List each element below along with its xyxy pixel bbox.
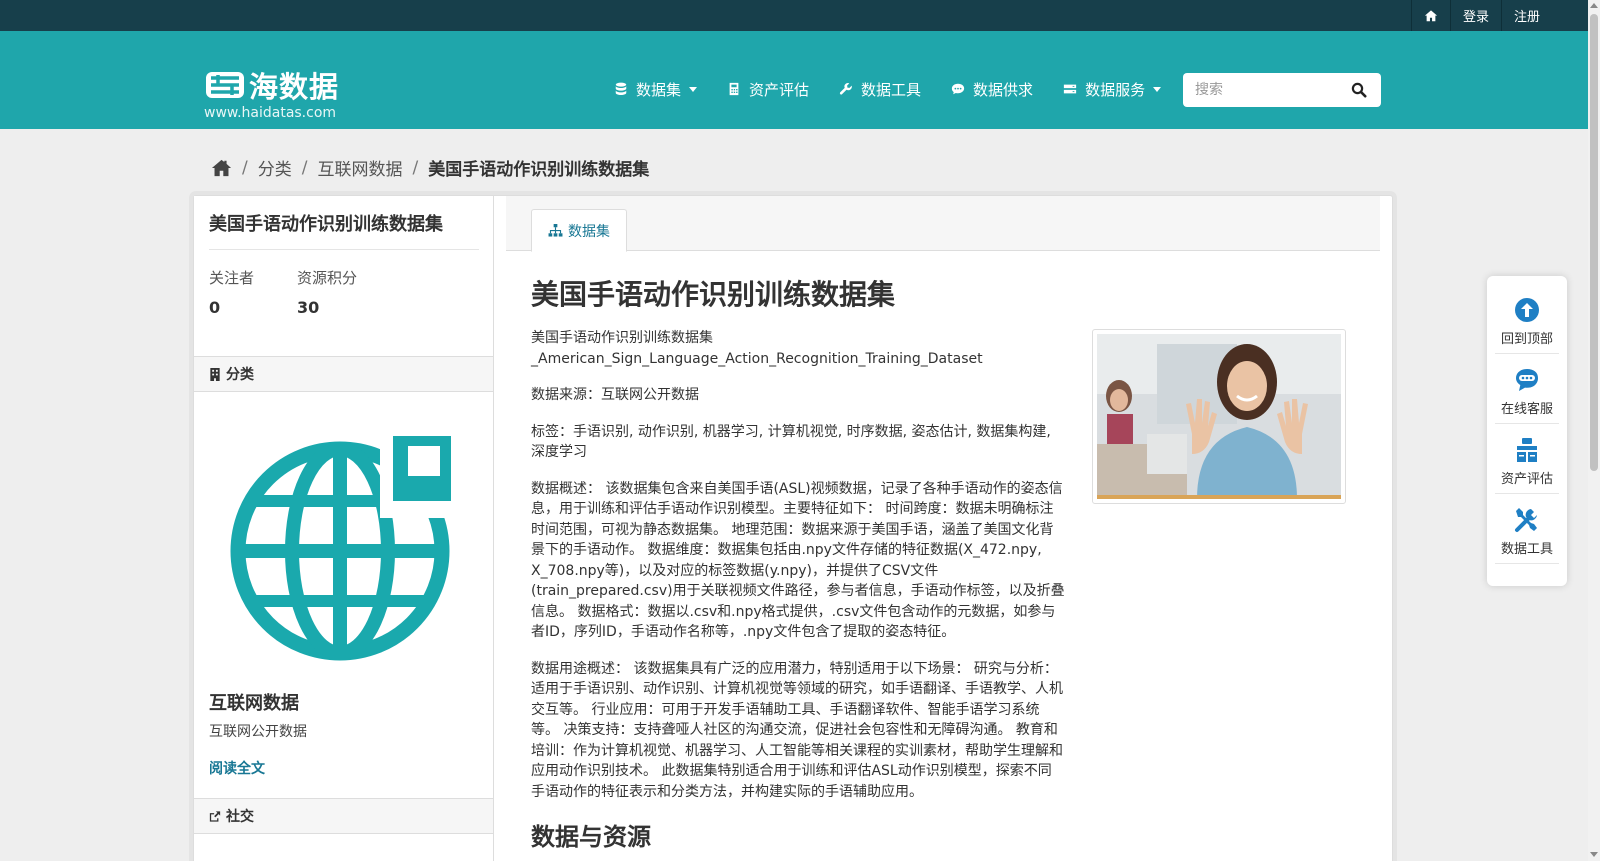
sidebar: 美国手语动作识别训练数据集 关注者 0 资源积分 30 分类 互联网数据 互联网… [194, 196, 494, 861]
online-support-label: 在线客服 [1500, 402, 1553, 417]
tab-dataset-label: 数据集 [568, 223, 610, 240]
dataset-name-cn: 美国手语动作识别训练数据集 [531, 330, 713, 346]
data-tools-label: 数据工具 [1500, 542, 1553, 557]
breadcrumb-link-internet-data[interactable]: 互联网数据 [317, 155, 402, 180]
points-stat: 资源积分 30 [297, 267, 357, 317]
sidebar-dataset-title: 美国手语动作识别训练数据集 [209, 214, 443, 235]
breadcrumb-separator: / [301, 157, 308, 178]
online-support-button[interactable]: 在线客服 [1495, 356, 1559, 424]
nav-asset-evaluation-label: 资产评估 [749, 80, 810, 99]
server-icon [1063, 84, 1077, 94]
asset-evaluate-icon [1517, 438, 1537, 462]
scrollbar-thumb[interactable] [1590, 14, 1598, 471]
caret-down-icon [1153, 86, 1162, 92]
asset-evaluation-label: 资产评估 [1500, 472, 1553, 487]
back-to-top-button[interactable]: 回到顶部 [1495, 286, 1559, 354]
nav-data-demand[interactable]: 数据供求 [951, 79, 1033, 100]
tools-icon [1515, 508, 1537, 532]
social-heading: 社交 [194, 798, 493, 834]
share-icon [209, 810, 221, 822]
data-resources-heading: 数据与资源 [531, 823, 651, 851]
back-to-top-label: 回到顶部 [1500, 332, 1553, 347]
dataset-title: 美国手语动作识别训练数据集 [531, 278, 896, 311]
usage-paragraph: 数据用途概述： 该数据集具有广泛的应用潜力，特别适用于以下场景： 研究与分析：适… [531, 660, 1063, 800]
search-box [1183, 73, 1381, 107]
floating-toolbar: 回到顶部 在线客服 资产评估 数据工具 [1487, 276, 1567, 586]
nav-datasets[interactable]: 数据集 [614, 79, 698, 100]
nav-data-services[interactable]: 数据服务 [1063, 79, 1162, 100]
account-bar: 登录 注册 [0, 0, 1600, 31]
home-icon [1424, 9, 1438, 21]
site-url: www.haidatas.com [204, 105, 337, 121]
breadcrumb-separator: / [412, 157, 419, 178]
read-more-link[interactable]: 阅读全文 [209, 758, 265, 778]
nav-asset-evaluation[interactable]: 资产评估 [727, 79, 809, 100]
social-heading-label: 社交 [226, 809, 254, 825]
overview-paragraph: 数据概述： 该数据集包含来自美国手语(ASL)视频数据，记录了各种手语动作的姿态… [531, 480, 1065, 641]
scroll-down-arrow-icon[interactable] [1590, 852, 1598, 857]
category-heading: 分类 [194, 356, 493, 392]
org-globe-logo[interactable] [230, 436, 460, 666]
data-tools-button[interactable]: 数据工具 [1495, 496, 1559, 564]
nav-data-tools[interactable]: 数据工具 [839, 79, 921, 100]
breadcrumb-current[interactable]: 美国手语动作识别训练数据集 [428, 155, 649, 180]
breadcrumb-home-icon[interactable] [211, 159, 232, 177]
tab-dataset[interactable]: 数据集 [531, 209, 627, 252]
sign-language-photo [1097, 334, 1341, 499]
org-name: 互联网数据 [209, 693, 299, 714]
account-links: 登录 注册 [1410, 0, 1552, 31]
account-home-link[interactable] [1410, 0, 1450, 31]
brand-name: 海数据 [249, 70, 340, 104]
scroll-up-arrow-icon[interactable] [1590, 3, 1598, 8]
login-link[interactable]: 登录 [1449, 0, 1501, 31]
org-description: 互联网公开数据 [209, 724, 307, 740]
tab-strip: 数据集 [506, 196, 1380, 252]
site-logo[interactable]: 海数据 [205, 64, 339, 106]
logo-mark-icon [206, 72, 244, 98]
breadcrumb: / 分类 / 互联网数据 / 美国手语动作识别训练数据集 [211, 155, 649, 180]
comment-icon [951, 83, 965, 95]
divider [209, 249, 479, 250]
building-icon [210, 367, 220, 381]
calculator-icon [729, 82, 739, 96]
wrench-icon [839, 83, 852, 95]
followers-stat: 关注者 0 [209, 267, 254, 317]
followers-label: 关注者 [209, 269, 255, 287]
nav-data-services-label: 数据服务 [1085, 80, 1146, 99]
search-icon[interactable] [1351, 82, 1367, 98]
data-source-paragraph: 数据来源：互联网公开数据 [531, 387, 699, 403]
page-scrollbar[interactable] [1588, 0, 1600, 861]
category-heading-label: 分类 [226, 367, 254, 383]
asset-evaluation-button[interactable]: 资产评估 [1495, 426, 1559, 494]
main-nav: 数据集 资产评估 数据工具 数据供求 数据服务 [614, 74, 1191, 104]
search-input[interactable] [1195, 74, 1345, 106]
nav-data-demand-label: 数据供求 [973, 80, 1034, 99]
dataset-name-en: _American_Sign_Language_Action_Recogniti… [531, 350, 983, 367]
points-label: 资源积分 [297, 269, 358, 287]
nav-data-tools-label: 数据工具 [861, 80, 922, 99]
dataset-thumbnail[interactable] [1092, 329, 1346, 504]
points-value: 30 [297, 298, 320, 317]
arrow-up-circle-icon [1515, 298, 1539, 322]
sitemap-icon [548, 224, 563, 237]
masthead: 海数据 www.haidatas.com 数据集 资产评估 数据工具 数据供求 … [0, 31, 1600, 129]
nav-datasets-label: 数据集 [636, 80, 682, 99]
dataset-description: 美国手语动作识别训练数据集 _American_Sign_Language_Ac… [531, 328, 1065, 818]
tags-paragraph: 标签：手语识别, 动作识别, 机器学习, 计算机视觉, 时序数据, 姿态估计, … [531, 423, 1051, 461]
register-link[interactable]: 注册 [1500, 0, 1552, 31]
main-wrapper: 美国手语动作识别训练数据集 关注者 0 资源积分 30 分类 互联网数据 互联网… [193, 195, 1393, 861]
breadcrumb-link-category[interactable]: 分类 [258, 155, 292, 180]
dataset-content: 数据集 美国手语动作识别训练数据集 美国手语动作识别训练数据集 _America… [494, 196, 1392, 861]
dataset-name-paragraph: 美国手语动作识别训练数据集 _American_Sign_Language_Ac… [531, 328, 1065, 369]
caret-down-icon [689, 86, 698, 92]
breadcrumb-separator: / [242, 157, 248, 178]
followers-count: 0 [209, 298, 221, 317]
chat-bubble-icon [1516, 369, 1538, 391]
database-icon [615, 82, 627, 95]
